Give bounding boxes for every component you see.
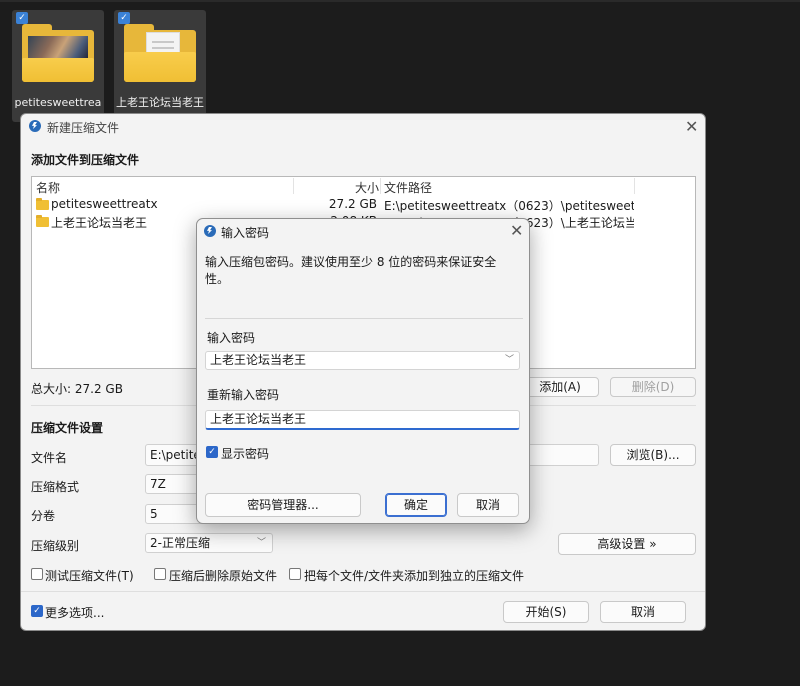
thumbnail-image	[28, 36, 88, 60]
section-archive-settings: 压缩文件设置	[31, 421, 104, 435]
reenter-password-value: 上老王论坛当老王	[210, 412, 307, 426]
more-options-checkbox[interactable]: ✓	[31, 605, 43, 617]
bandizip-app-icon	[29, 120, 41, 132]
chevron-down-icon[interactable]: ﹀	[505, 352, 514, 368]
split-value: 5	[150, 507, 158, 521]
show-password-label: 显示密码	[221, 447, 270, 461]
add-button[interactable]: 添加(A)	[521, 377, 599, 397]
password-dialog: 输入密码 ✕ 输入压缩包密码。建议使用至少 8 位的密码来保证安全性。 输入密码…	[196, 218, 530, 524]
column-name[interactable]: 名称	[36, 179, 60, 196]
advanced-settings-button[interactable]: 高级设置 »	[558, 533, 696, 555]
start-button[interactable]: 开始(S)	[503, 601, 589, 623]
delete-after-checkbox[interactable]	[154, 568, 166, 580]
bandizip-app-icon	[204, 225, 216, 237]
section-add-files: 添加文件到压缩文件	[31, 153, 140, 167]
delete-after-label: 压缩后删除原始文件	[169, 569, 278, 583]
selection-check-icon: ✓	[118, 12, 130, 24]
selection-check-icon: ✓	[16, 12, 28, 24]
file-row[interactable]: petitesweettreatx 27.2 GB E:\petitesweet…	[32, 197, 695, 213]
filename-label: 文件名	[31, 451, 68, 465]
separate-archives-label: 把每个文件/文件夹添加到独立的压缩文件	[304, 569, 525, 583]
password-manager-button[interactable]: 密码管理器...	[205, 493, 361, 517]
separate-archives-checkbox[interactable]	[289, 568, 301, 580]
format-value: 7Z	[150, 477, 166, 491]
column-size[interactable]: 大小	[355, 179, 379, 196]
column-path[interactable]: 文件路径	[384, 179, 432, 196]
reenter-password-label: 重新输入密码	[207, 388, 280, 402]
desktop-folder-laowang[interactable]: ✓ 上老王论坛当老王	[114, 10, 206, 122]
taskbar-edge	[0, 0, 800, 2]
password-cancel-button[interactable]: 取消	[457, 493, 519, 517]
folder-icon	[124, 24, 196, 82]
cancel-button[interactable]: 取消	[600, 601, 686, 623]
password-input[interactable]: 上老王论坛当老王 ﹀	[205, 351, 520, 370]
password-dialog-title: 输入密码	[221, 226, 270, 240]
close-icon[interactable]: ✕	[685, 119, 698, 135]
split-label: 分卷	[31, 509, 56, 523]
test-archive-label: 测试压缩文件(T)	[45, 569, 134, 583]
test-archive-checkbox[interactable]	[31, 568, 43, 580]
show-password-checkbox[interactable]: ✓	[206, 446, 218, 458]
password-info-text: 输入压缩包密码。建议使用至少 8 位的密码来保证安全性。	[205, 255, 497, 286]
ok-button[interactable]: 确定	[385, 493, 447, 517]
dialog-titlebar: 新建压缩文件 ✕	[21, 114, 705, 138]
chevron-down-icon: ﹀	[256, 538, 266, 548]
delete-button[interactable]: 删除(D)	[610, 377, 696, 397]
file-name: petitesweettreatx	[51, 197, 158, 211]
file-size: 27.2 GB	[328, 197, 377, 211]
desktop-icon-label: 上老王论坛当老王	[116, 96, 204, 109]
level-select[interactable]: 2-正常压缩 ﹀	[145, 533, 273, 553]
file-path: E:\petitesweettreatx（0623）\petitesweettr…	[384, 199, 634, 213]
desktop-icon-label: petitesweettrea	[14, 96, 102, 109]
level-value: 2-正常压缩	[150, 536, 210, 550]
total-size: 总大小: 27.2 GB	[31, 382, 123, 396]
level-label: 压缩级别	[31, 539, 80, 553]
dialog-title: 新建压缩文件	[47, 121, 120, 135]
password-label: 输入密码	[207, 331, 256, 345]
folder-icon	[36, 198, 49, 210]
folder-icon	[36, 215, 49, 227]
password-value: 上老王论坛当老王	[210, 353, 307, 367]
close-icon[interactable]: ✕	[510, 223, 523, 239]
folder-icon	[22, 24, 94, 82]
desktop-folder-petitesweettreatx[interactable]: ✓ petitesweettrea	[12, 10, 104, 122]
more-options-label[interactable]: 更多选项...	[45, 604, 104, 621]
browse-button[interactable]: 浏览(B)...	[610, 444, 696, 466]
format-label: 压缩格式	[31, 480, 80, 494]
reenter-password-input[interactable]: 上老王论坛当老王	[205, 410, 520, 430]
